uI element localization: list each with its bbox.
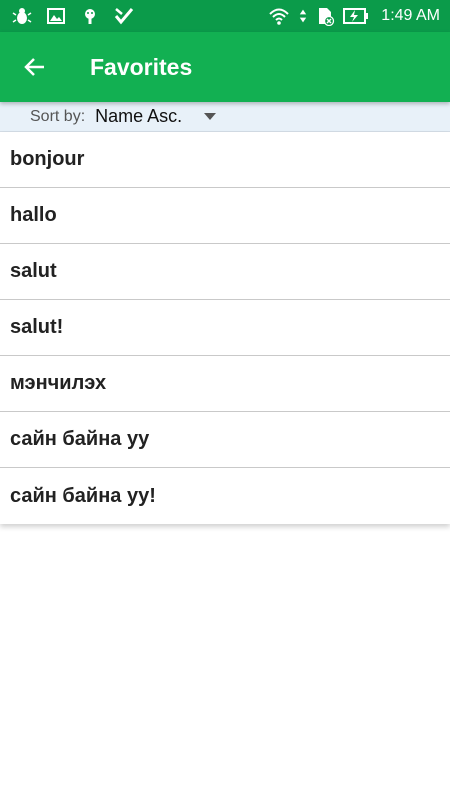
list-item-text: мэнчилэх [10,372,107,394]
list-item[interactable]: hallo [0,188,450,244]
list-item[interactable]: сайн байна уу! [0,468,450,524]
sort-bar: Sort by: Name Asc. [0,102,450,132]
sort-dropdown[interactable]: Name Asc. [95,106,217,127]
list-item[interactable]: мэнчилэх [0,356,450,412]
clock: 1:49 AM [381,7,440,24]
wifi-icon [269,8,290,25]
status-bar: 1:49 AM [0,0,450,32]
bug-notification-icon [12,8,32,24]
list-item-text: сайн байна уу [10,428,150,450]
notification-icons [0,6,134,26]
sort-label: Sort by: [30,107,86,125]
check-notification-icon [114,8,134,25]
no-sim-icon [319,8,335,26]
list-item[interactable]: сайн байна уу [0,412,450,468]
android-notification-icon [85,9,95,24]
system-icons: 1:49 AM [267,6,450,26]
list-item[interactable]: salut [0,244,450,300]
app-bar: Favorites [0,32,450,102]
list-item-text: hallo [10,204,57,226]
list-item[interactable]: bonjour [0,132,450,188]
image-notification-icon [47,8,65,24]
list-item[interactable]: salut! [0,300,450,356]
page-title: Favorites [90,53,193,80]
back-arrow-icon [24,58,44,76]
data-arrows-icon [300,9,307,23]
favorites-list: bonjour hallo salut salut! мэнчилэх сайн… [0,132,450,524]
list-item-text: salut! [10,316,64,338]
list-item-text: salut [10,260,57,282]
list-item-text: сайн байна уу! [10,484,156,507]
battery-charging-icon [343,8,369,24]
list-item-text: bonjour [10,148,85,170]
sort-selected-value: Name Asc. [95,106,183,126]
dropdown-arrow-icon [204,113,217,120]
back-button[interactable] [18,50,52,84]
